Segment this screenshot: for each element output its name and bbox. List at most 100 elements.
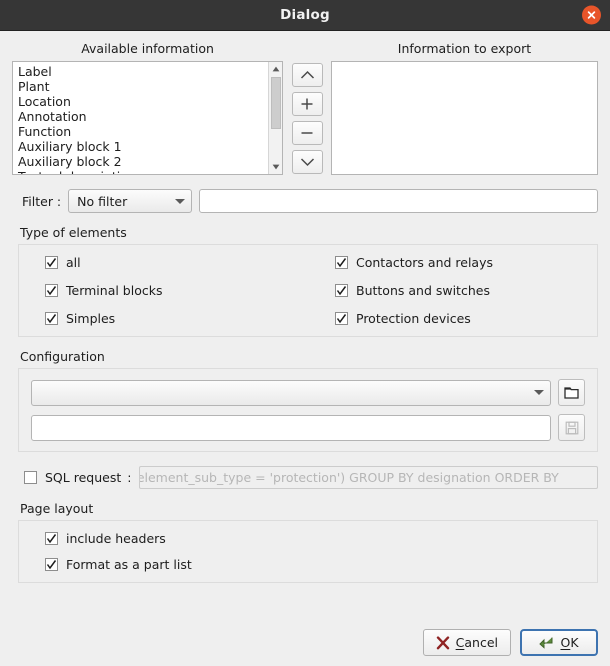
- information-to-export-list[interactable]: [331, 61, 598, 175]
- configuration-title: Configuration: [12, 349, 598, 368]
- floppy-save-icon: [565, 421, 579, 435]
- move-up-button[interactable]: [292, 63, 323, 87]
- checkmark-icon: [45, 312, 58, 325]
- filter-label: Filter :: [22, 194, 61, 209]
- configuration-group: Configuration: [12, 349, 598, 452]
- cancel-button-label: Cancel: [456, 635, 498, 650]
- dialog-button-bar: Cancel OK: [0, 629, 610, 656]
- sql-request-text: coil' OR element_sub_type = 'protection'…: [139, 470, 558, 485]
- checkbox-format-as-part-list[interactable]: Format as a part list: [31, 557, 585, 572]
- filter-text-input[interactable]: [199, 189, 598, 213]
- type-of-elements-title: Type of elements: [12, 225, 598, 244]
- list-item[interactable]: Plant: [15, 79, 268, 94]
- ok-button[interactable]: OK: [520, 629, 598, 656]
- move-down-button[interactable]: [292, 150, 323, 174]
- checkbox-buttons-and-switches[interactable]: Buttons and switches: [321, 283, 585, 298]
- configuration-select[interactable]: [31, 380, 551, 406]
- lists-row: Available information Label Plant Locati…: [12, 41, 598, 175]
- list-item[interactable]: Auxiliary block 1: [15, 139, 268, 154]
- chevron-up-icon: [300, 70, 315, 80]
- checkbox-box: [24, 471, 37, 484]
- checkbox-label: Protection devices: [356, 311, 471, 326]
- list-item[interactable]: Location: [15, 94, 268, 109]
- checkbox-all[interactable]: all: [31, 255, 321, 270]
- filter-select[interactable]: No filter: [68, 189, 192, 213]
- available-list-scrollbar[interactable]: [268, 62, 282, 174]
- filter-row: Filter : No filter: [12, 189, 598, 213]
- available-information-panel: Available information Label Plant Locati…: [12, 41, 283, 175]
- information-to-export-panel: Information to export: [331, 41, 598, 175]
- chevron-down-icon: [175, 199, 185, 204]
- sql-request-input[interactable]: coil' OR element_sub_type = 'protection'…: [139, 466, 598, 489]
- checkbox-sql-request[interactable]: SQL request: [24, 470, 121, 485]
- scrollbar-thumb[interactable]: [271, 77, 281, 129]
- sql-request-label: SQL request: [45, 470, 121, 485]
- ok-label-rest: K: [570, 635, 578, 650]
- plus-icon: [300, 97, 314, 111]
- add-button[interactable]: [292, 92, 323, 116]
- scroll-down-icon[interactable]: [269, 160, 283, 174]
- available-information-items: Label Plant Location Annotation Function…: [13, 62, 268, 174]
- list-item[interactable]: Auxiliary block 2: [15, 154, 268, 169]
- chevron-down-icon: [534, 390, 544, 395]
- chevron-down-icon: [300, 157, 315, 167]
- minus-icon: [300, 126, 314, 140]
- checkbox-simples[interactable]: Simples: [31, 311, 321, 326]
- list-item[interactable]: Label: [15, 64, 268, 79]
- open-configuration-button[interactable]: [558, 379, 585, 406]
- close-circle-icon[interactable]: [582, 6, 601, 25]
- checkbox-label: all: [66, 255, 81, 270]
- configuration-name-line: [31, 414, 585, 441]
- information-to-export-caption: Information to export: [331, 41, 598, 61]
- checkmark-icon: [45, 284, 58, 297]
- checkmark-icon: [45, 256, 58, 269]
- list-item[interactable]: Annotation: [15, 109, 268, 124]
- list-item[interactable]: Function: [15, 124, 268, 139]
- configuration-frame: [18, 368, 598, 452]
- checkbox-include-headers[interactable]: include headers: [31, 531, 585, 546]
- ok-button-label: OK: [560, 635, 578, 650]
- checkbox-contactors-and-relays[interactable]: Contactors and relays: [321, 255, 585, 270]
- window-title: Dialog: [280, 7, 330, 23]
- checkbox-label: Contactors and relays: [356, 255, 493, 270]
- enter-arrow-icon: [539, 636, 554, 649]
- checkbox-label: Terminal blocks: [66, 283, 162, 298]
- checkbox-label: Buttons and switches: [356, 283, 490, 298]
- checkmark-icon: [335, 256, 348, 269]
- save-configuration-button[interactable]: [558, 414, 585, 441]
- checkbox-label: Simples: [66, 311, 115, 326]
- configuration-name-input[interactable]: [31, 415, 551, 441]
- remove-button[interactable]: [292, 121, 323, 145]
- page-layout-group: Page layout include headers Format as a …: [12, 501, 598, 583]
- type-of-elements-checkboxes: all Contactors and relays Terminal block…: [31, 255, 585, 326]
- type-of-elements-group: Type of elements all Contactors and rela…: [12, 225, 598, 337]
- scroll-up-icon[interactable]: [269, 62, 283, 76]
- type-of-elements-frame: all Contactors and relays Terminal block…: [18, 244, 598, 337]
- checkbox-label: include headers: [66, 531, 166, 546]
- checkmark-icon: [335, 284, 348, 297]
- checkbox-protection-devices[interactable]: Protection devices: [321, 311, 585, 326]
- page-layout-title: Page layout: [12, 501, 598, 520]
- checkbox-terminal-blocks[interactable]: Terminal blocks: [31, 283, 321, 298]
- checkmark-icon: [335, 312, 348, 325]
- cancel-button[interactable]: Cancel: [423, 629, 511, 656]
- folder-open-icon: [564, 386, 579, 399]
- information-to-export-items: [332, 62, 597, 174]
- titlebar: Dialog: [0, 0, 610, 31]
- available-information-list[interactable]: Label Plant Location Annotation Function…: [12, 61, 283, 175]
- ok-accel-key: O: [560, 635, 570, 650]
- filter-select-value: No filter: [77, 194, 167, 209]
- page-layout-checkboxes: include headers Format as a part list: [31, 531, 585, 572]
- cross-icon: [436, 636, 450, 650]
- list-item[interactable]: Textual description: [15, 169, 268, 174]
- sql-request-colon: :: [127, 470, 131, 485]
- sql-request-row: SQL request : coil' OR element_sub_type …: [12, 466, 598, 489]
- transfer-buttons: [283, 41, 331, 174]
- checkmark-icon: [45, 558, 58, 571]
- dialog-body: Available information Label Plant Locati…: [0, 31, 610, 666]
- available-information-caption: Available information: [12, 41, 283, 61]
- configuration-select-line: [31, 379, 585, 406]
- checkbox-label: Format as a part list: [66, 557, 192, 572]
- checkmark-icon: [45, 532, 58, 545]
- page-layout-frame: include headers Format as a part list: [18, 520, 598, 583]
